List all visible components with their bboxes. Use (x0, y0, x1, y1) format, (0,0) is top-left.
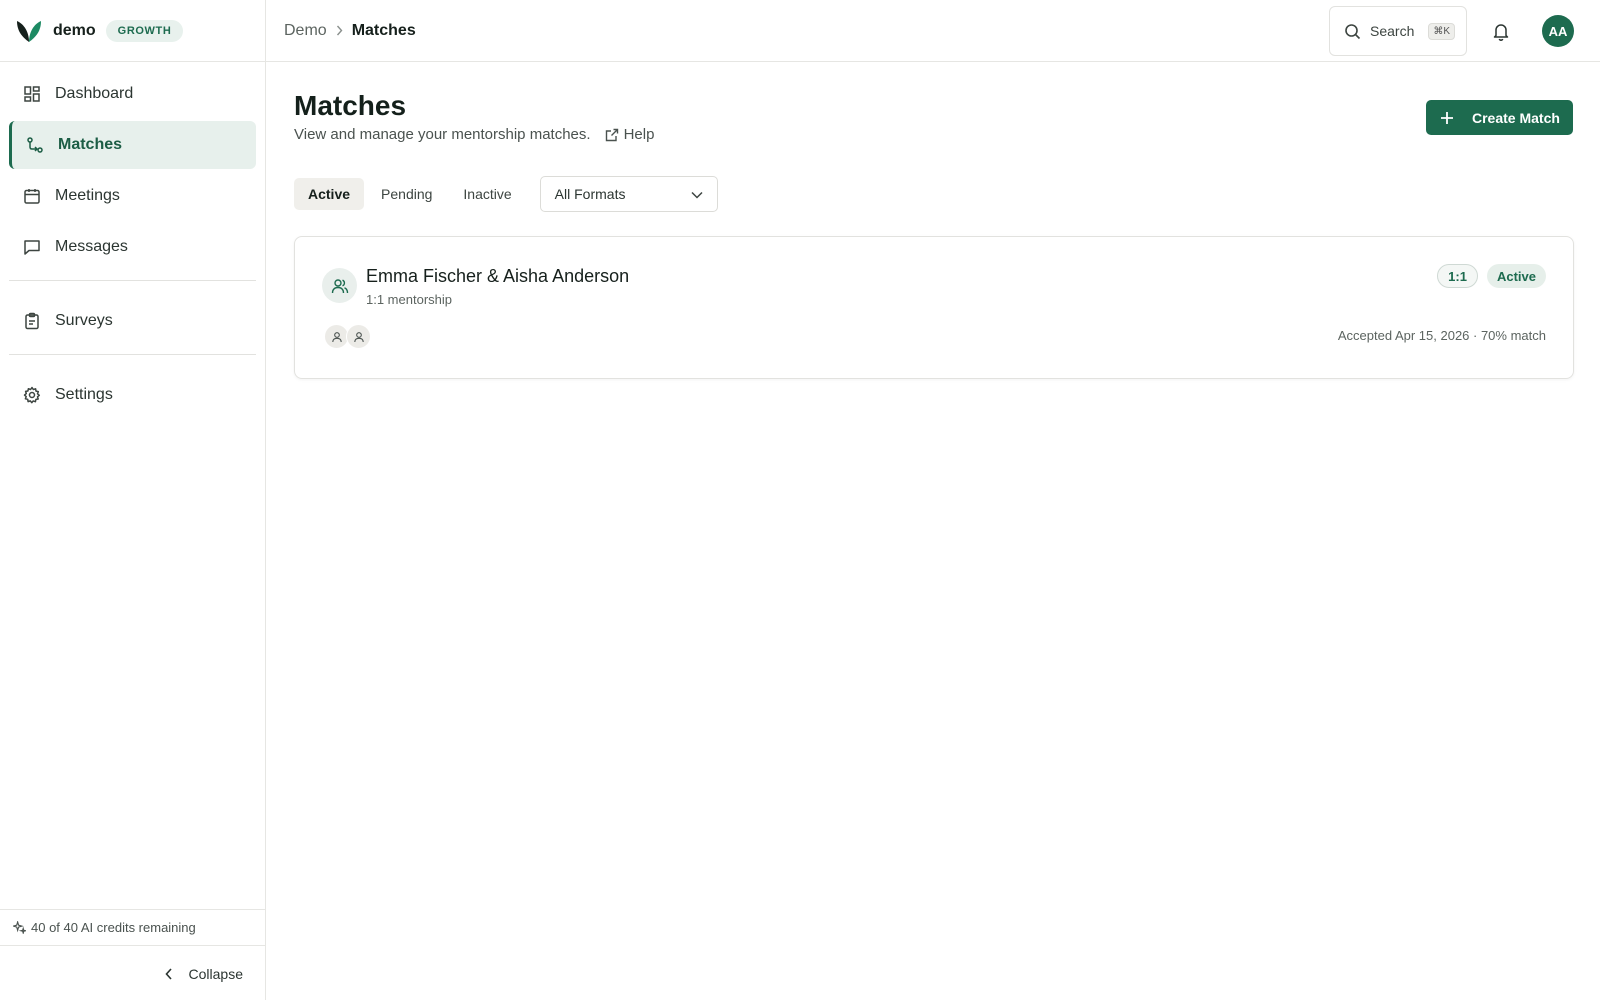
page-description: View and manage your mentorship matches. (294, 126, 591, 143)
match-type: 1:1 mentorship (366, 292, 452, 307)
clipboard-icon (23, 312, 41, 330)
sidebar-item-label: Settings (55, 386, 113, 403)
format-select[interactable]: All Formats (539, 176, 718, 212)
tab-active[interactable]: Active (294, 178, 365, 210)
breadcrumb-item-demo[interactable]: Demo (284, 22, 327, 40)
dashboard-icon (23, 85, 41, 103)
plan-badge: GROWTH (105, 19, 184, 42)
tab-pending[interactable]: Pending (367, 178, 446, 210)
notifications-bell-icon[interactable] (1489, 19, 1513, 43)
breadcrumb: Demo Matches (266, 22, 416, 40)
plus-icon (1440, 111, 1454, 125)
search-icon (1344, 23, 1361, 40)
sidebar-item-settings[interactable]: Settings (9, 371, 256, 419)
status-badge: Active (1486, 264, 1546, 288)
participant-avatars (324, 324, 371, 349)
credits-text: 40 of 40 AI credits remaining (31, 920, 196, 935)
sidebar-item-label: Messages (55, 238, 128, 255)
format-select-value: All Formats (554, 186, 626, 202)
create-match-label: Create Match (1472, 109, 1560, 126)
search-label: Search (1370, 23, 1415, 39)
sidebar-item-label: Dashboard (55, 85, 134, 102)
chevron-down-icon (691, 186, 703, 202)
nav-divider (9, 354, 256, 355)
format-badge: 1:1 (1437, 264, 1478, 288)
sparkles-icon (13, 921, 26, 934)
sidebar-item-label: Matches (58, 136, 123, 153)
help-link[interactable]: Help (605, 126, 655, 143)
sidebar-item-label: Surveys (55, 312, 113, 329)
collapse-button[interactable]: Collapse (164, 966, 243, 982)
topbar: Demo Matches Search ⌘K AA (266, 0, 1600, 62)
user-icon (346, 324, 371, 349)
page-subtitle: View and manage your mentorship matches.… (294, 126, 654, 143)
brand-header: demo GROWTH (0, 0, 265, 62)
match-badges: 1:1 Active (1437, 264, 1546, 288)
sidebar-item-label: Meetings (55, 187, 120, 204)
search-button[interactable]: Search ⌘K (1329, 6, 1467, 56)
sidebar-item-dashboard[interactable]: Dashboard (9, 70, 256, 118)
calendar-icon (23, 187, 41, 205)
page-title: Matches (294, 90, 407, 121)
match-meta: Accepted Apr 15, 2026 · 70% match (1337, 328, 1546, 343)
external-link-icon (605, 128, 619, 142)
sidebar: demo GROWTH Dashboard Matches Meetings M… (0, 0, 266, 1000)
chevron-left-icon (164, 968, 173, 980)
search-shortcut: ⌘K (1428, 22, 1456, 40)
workspace-name[interactable]: demo (53, 22, 96, 40)
gear-icon (23, 386, 41, 404)
main-content: Matches View and manage your mentorship … (266, 62, 1600, 1000)
message-square-icon (23, 238, 41, 256)
tab-inactive[interactable]: Inactive (449, 178, 525, 210)
sidebar-nav: Dashboard Matches Meetings Messages Surv… (0, 62, 265, 419)
sidebar-item-meetings[interactable]: Meetings (9, 172, 256, 220)
breadcrumb-item-matches: Matches (351, 21, 416, 39)
match-card[interactable]: Emma Fischer & Aisha Anderson 1:1 mentor… (294, 236, 1574, 379)
sidebar-item-matches[interactable]: Matches (9, 121, 256, 169)
sidebar-item-surveys[interactable]: Surveys (9, 297, 256, 345)
status-tabs: Active Pending Inactive All Formats (294, 176, 718, 212)
chevron-right-icon (336, 25, 343, 36)
users-icon (322, 268, 357, 303)
collapse-label: Collapse (188, 966, 243, 982)
user-avatar[interactable]: AA (1542, 15, 1574, 47)
sidebar-item-messages[interactable]: Messages (9, 223, 256, 271)
nav-divider (9, 280, 256, 281)
logo-icon[interactable] (15, 17, 43, 45)
create-match-button[interactable]: Create Match (1426, 100, 1573, 135)
match-title: Emma Fischer & Aisha Anderson (366, 266, 630, 286)
ai-credits: 40 of 40 AI credits remaining (0, 909, 265, 946)
git-compare-icon (26, 136, 44, 154)
help-label: Help (623, 126, 655, 143)
